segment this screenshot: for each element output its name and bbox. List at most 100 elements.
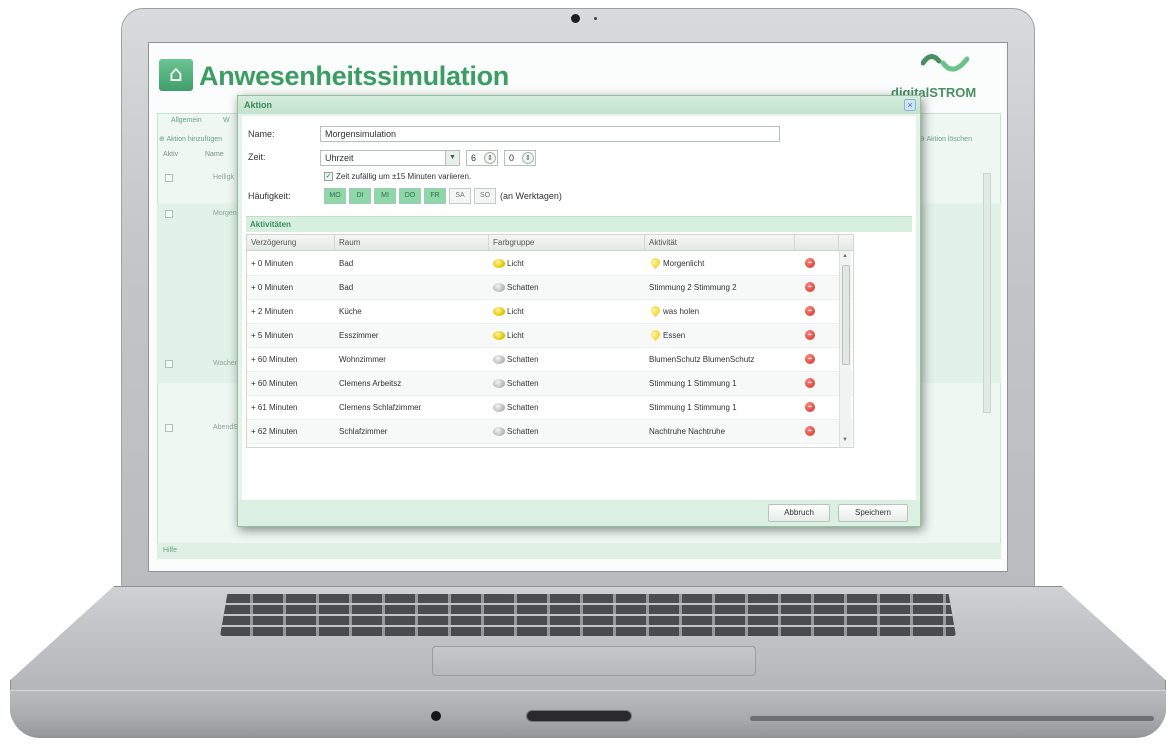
group-cell: Schatten — [507, 403, 539, 412]
column-header-delay[interactable]: Verzögerung — [247, 235, 335, 251]
add-action-button[interactable]: ⊕ Aktion hinzufügen — [159, 135, 222, 143]
time-mode-value: Uhrzeit — [325, 153, 354, 163]
cancel-button[interactable]: Abbruch — [768, 504, 830, 522]
delete-icon[interactable]: – — [805, 282, 815, 292]
shade-icon — [493, 355, 505, 364]
group-cell: Licht — [507, 331, 524, 340]
light-bulb-icon — [493, 331, 505, 340]
active-checkbox[interactable] — [165, 210, 173, 218]
scroll-up-icon[interactable]: ▲ — [842, 253, 848, 259]
close-icon[interactable]: × — [904, 99, 916, 111]
save-button[interactable]: Speichern — [838, 504, 908, 522]
room-cell: Bad — [339, 259, 354, 268]
scroll-thumb[interactable] — [842, 265, 850, 365]
shade-icon — [493, 403, 505, 412]
day-toggle-fr[interactable]: FR — [424, 188, 446, 204]
group-cell: Schatten — [507, 379, 539, 388]
table-row[interactable]: + 0 Minuten Bad Schatten Stimmung 2 Stimmun… — [247, 276, 853, 300]
active-checkbox[interactable] — [165, 360, 173, 368]
day-toggle-di[interactable]: DI — [349, 188, 371, 204]
day-toggle-mi[interactable]: MI — [374, 188, 396, 204]
group-cell: Licht — [507, 259, 524, 268]
day-toggle-so[interactable]: SO — [474, 188, 496, 204]
sleep-indicator-icon — [431, 711, 441, 721]
delay-cell: + 62 Minuten — [251, 427, 298, 436]
delete-icon[interactable]: – — [805, 330, 815, 340]
table-row[interactable]: + 62 Minuten Schlafzimmer Schatten Nachtruh… — [247, 420, 853, 444]
home-icon: ⌂ — [159, 59, 193, 91]
scroll-down-icon[interactable]: ▼ — [842, 437, 848, 443]
delete-icon[interactable]: – — [805, 402, 815, 412]
delay-cell: + 0 Minuten — [251, 259, 294, 268]
day-toggle-sa[interactable]: SA — [449, 188, 471, 204]
frequency-label: Häufigkeit: — [248, 191, 291, 201]
grid-scrollbar[interactable]: ▲ ▼ — [839, 251, 851, 447]
hour-spinner[interactable]: 6 ⇕ — [466, 150, 498, 166]
active-checkbox[interactable] — [165, 174, 173, 182]
delete-icon[interactable]: – — [805, 258, 815, 268]
active-checkbox[interactable] — [165, 424, 173, 432]
chevron-down-icon[interactable]: ▼ — [445, 151, 459, 165]
activities-header: Aktivitäten — [246, 216, 912, 232]
column-header-activity[interactable]: Aktivität — [645, 235, 795, 251]
column-header-group[interactable]: Farbgruppe — [489, 235, 645, 251]
day-toggle-mo[interactable]: MO — [324, 188, 346, 204]
table-row[interactable]: + 61 Minuten Clemens Schlafzimmer Schatten… — [247, 396, 853, 420]
time-mode-select[interactable]: Uhrzeit ▼ — [320, 150, 460, 166]
activity-cell: Morgenlicht — [663, 259, 705, 268]
delete-icon[interactable]: – — [805, 378, 815, 388]
camera-led — [594, 17, 597, 20]
day-toggle-do[interactable]: DO — [399, 188, 421, 204]
background-scrollbar[interactable] — [983, 173, 991, 413]
delay-cell: + 5 Minuten — [251, 331, 294, 340]
background-footer: Hilfe — [157, 543, 1001, 559]
list-item-label: Wochen — [213, 360, 239, 367]
app-title: Anwesenheitssimulation — [199, 61, 509, 91]
light-bulb-icon — [493, 259, 505, 268]
list-item-label: Helligk — [213, 174, 235, 181]
name-label: Name: — [248, 129, 275, 139]
help-link[interactable]: Hilfe — [163, 547, 177, 554]
activity-cell: Stimmung 1 Stimmung 1 — [649, 379, 737, 388]
app-header: ⌂ Anwesenheitssimulation digitalSTROM — [149, 43, 1007, 100]
delete-icon[interactable]: – — [805, 426, 815, 436]
optical-drive-slot — [750, 716, 1154, 721]
days-note: (an Werktagen) — [500, 191, 562, 201]
scene-bulb-icon — [649, 256, 662, 269]
tab-allgemein[interactable]: Allgemein — [171, 117, 202, 124]
name-input[interactable] — [320, 126, 780, 142]
spinner-arrows-icon[interactable]: ⇕ — [484, 152, 496, 164]
random-time-checkbox[interactable]: ✓ — [324, 172, 333, 181]
minute-spinner[interactable]: 0 ⇕ — [504, 150, 536, 166]
room-cell: Clemens Schlafzimmer — [339, 403, 422, 412]
room-cell: Schlafzimmer — [339, 427, 388, 436]
shade-icon — [493, 427, 505, 436]
activity-cell: BlumenSchutz BlumenSchutz — [649, 355, 755, 364]
dialog-titlebar[interactable]: Aktion × — [238, 96, 920, 114]
room-cell: Bad — [339, 283, 354, 292]
group-cell: Licht — [507, 307, 524, 316]
delete-icon[interactable]: – — [805, 306, 815, 316]
tab-second[interactable]: W — [223, 117, 230, 124]
table-row[interactable]: + 5 Minuten Esszimmer Licht Essen – — [247, 324, 853, 348]
delay-cell: + 61 Minuten — [251, 403, 298, 412]
activity-cell: Nachtruhe Nachtruhe — [649, 427, 726, 436]
camera-icon — [571, 14, 580, 23]
table-row[interactable]: + 0 Minuten Bad Licht Morgenlicht – — [247, 252, 853, 276]
activity-cell: Essen — [663, 331, 686, 340]
table-row[interactable]: + 60 Minuten Wohnzimmer Schatten BlumenSchu… — [247, 348, 853, 372]
activity-cell: was holen — [663, 307, 700, 316]
activities-grid: Verzögerung Raum Farbgruppe Aktivität + … — [246, 234, 854, 448]
dialog-body: Name: Zeit: Uhrzeit ▼ 6 ⇕ 0 ⇕ ✓ Zeit zuf… — [242, 116, 916, 500]
shade-icon — [493, 379, 505, 388]
delete-action-button[interactable]: ⊖ Aktion löschen — [919, 135, 972, 143]
spinner-arrows-icon[interactable]: ⇕ — [522, 152, 534, 164]
laptop-screen: ⌂ Anwesenheitssimulation digitalSTROM Al… — [148, 42, 1008, 572]
time-label: Zeit: — [248, 152, 266, 162]
column-header-room[interactable]: Raum — [335, 235, 489, 251]
grid-header: Verzögerung Raum Farbgruppe Aktivität — [247, 235, 853, 251]
delete-icon[interactable]: – — [805, 354, 815, 364]
column-header-delete — [795, 235, 839, 251]
table-row[interactable]: + 60 Minuten Clemens Arbeitsz Schatten Stim… — [247, 372, 853, 396]
table-row[interactable]: + 2 Minuten Küche Licht was holen – — [247, 300, 853, 324]
